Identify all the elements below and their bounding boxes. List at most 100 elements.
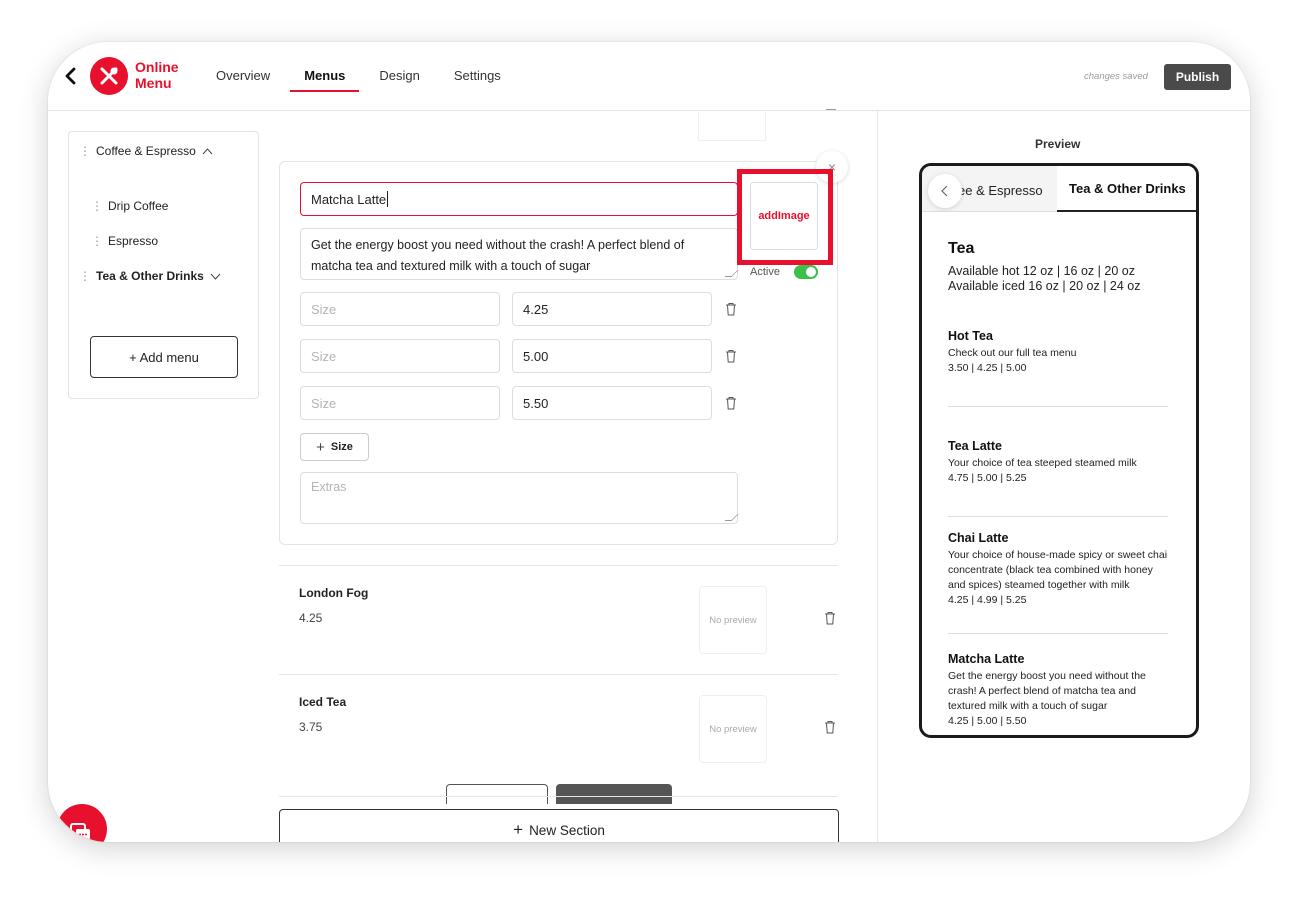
- tab-overview[interactable]: Overview: [216, 42, 270, 111]
- preview-item: Hot Tea Check out our full tea menu 3.50…: [948, 329, 1170, 376]
- logo-text: Online Menu: [135, 59, 179, 91]
- sidebar-item-label: Espresso: [108, 234, 159, 248]
- preview-tab-bar: ee & Espresso Tea & Other Drinks: [922, 166, 1196, 212]
- add-image-button[interactable]: addImage: [750, 182, 818, 250]
- divider: [948, 516, 1168, 517]
- back-arrow-icon[interactable]: [64, 66, 78, 86]
- logo-text-line1: Online: [135, 59, 179, 75]
- add-size-button[interactable]: + Size: [300, 433, 369, 461]
- sidebar-item-espresso[interactable]: ⋮ Espresso: [91, 234, 158, 248]
- trash-icon[interactable]: [824, 611, 836, 625]
- chevron-up-icon[interactable]: [202, 147, 213, 155]
- new-section-button[interactable]: + New Section: [279, 809, 839, 842]
- size-name-input[interactable]: Size: [300, 339, 500, 373]
- preview-item: Tea Latte Your choice of tea steeped ste…: [948, 439, 1170, 486]
- preview-item-name: Tea Latte: [948, 439, 1002, 453]
- phone-preview: ee & Espresso Tea & Other Drinks Tea Ava…: [919, 163, 1199, 738]
- item-price: 3.75: [299, 720, 323, 734]
- trash-icon[interactable]: [725, 396, 737, 410]
- preview-item: Matcha Latte Get the energy boost you ne…: [948, 652, 1170, 729]
- preview-tab-tea[interactable]: Tea & Other Drinks: [1057, 166, 1196, 212]
- size-name-input[interactable]: Size: [300, 292, 500, 326]
- app-window: Online Menu Overview Menus Design Settin…: [48, 42, 1250, 842]
- preview-item-description: Your choice of tea steeped steamed milk …: [948, 456, 1170, 486]
- sidebar-item-label: Coffee & Espresso: [96, 144, 196, 158]
- trash-icon[interactable]: [824, 720, 836, 734]
- extras-input[interactable]: Extras: [300, 472, 739, 524]
- tab-settings[interactable]: Settings: [454, 42, 501, 111]
- extras-placeholder: Extras: [311, 480, 347, 494]
- preview-item-prices: 3.50 | 4.25 | 5.00: [948, 362, 1027, 374]
- sidebar-item-tea-other-drinks[interactable]: ⋮ Tea & Other Drinks: [79, 269, 221, 283]
- preview-section-title: Tea: [948, 240, 975, 257]
- preview-item-description: Get the energy boost you need without th…: [948, 669, 1170, 729]
- trash-icon[interactable]: [725, 302, 737, 316]
- tab-menus[interactable]: Menus: [290, 42, 360, 111]
- publish-button[interactable]: Publish: [1164, 64, 1231, 90]
- preview-item-prices: 4.75 | 5.00 | 5.25: [948, 472, 1027, 484]
- list-item[interactable]: London Fog 4.25 No preview: [279, 565, 838, 674]
- preview-section-subtitle: Available hot 12 oz | 16 oz | 20 oz Avai…: [948, 264, 1170, 294]
- secondary-button-partial[interactable]: [446, 784, 548, 804]
- drag-handle-icon[interactable]: ⋮: [91, 234, 103, 248]
- preview-item-name: Hot Tea: [948, 329, 993, 343]
- resize-handle-icon[interactable]: [724, 270, 739, 277]
- divider: [877, 111, 878, 842]
- size-price-input[interactable]: 5.00: [512, 339, 712, 373]
- trash-icon[interactable]: [725, 349, 737, 363]
- tab-design[interactable]: Design: [379, 42, 419, 111]
- chat-icon[interactable]: [57, 804, 107, 842]
- item-name: London Fog: [299, 586, 369, 600]
- item-description-input[interactable]: Get the energy boost you need without th…: [300, 228, 739, 280]
- primary-button-partial[interactable]: [556, 784, 672, 804]
- preview-item-desc-text: Your choice of house-made spicy or sweet…: [948, 549, 1168, 591]
- new-section-label: New Section: [529, 822, 605, 838]
- divider: [279, 796, 838, 797]
- item-description-value: Get the energy boost you need without th…: [311, 238, 685, 273]
- sidebar-item-coffee-espresso[interactable]: ⋮ Coffee & Espresso: [79, 144, 213, 158]
- sidebar-item-drip-coffee[interactable]: ⋮ Drip Coffee: [91, 199, 168, 213]
- preview-section-sub-line: Available iced 16 oz | 20 oz | 24 oz: [948, 279, 1141, 293]
- plus-icon: +: [513, 820, 524, 839]
- chevron-left-icon[interactable]: [928, 174, 962, 208]
- preview-section-sub-line: Available hot 12 oz | 16 oz | 20 oz: [948, 264, 1135, 278]
- drag-handle-icon[interactable]: ⋮: [91, 199, 103, 213]
- item-thumbnail[interactable]: No preview: [699, 695, 767, 763]
- menu-sidebar: ⋮ Coffee & Espresso ⋮ Drip Coffee ⋮ Espr…: [68, 131, 259, 399]
- preview-item-desc-text: Get the energy boost you need without th…: [948, 670, 1146, 712]
- size-name-input[interactable]: Size: [300, 386, 500, 420]
- previous-item-trash-icon[interactable]: [826, 100, 836, 110]
- preview-tab-coffee[interactable]: ee & Espresso: [958, 183, 1043, 198]
- chevron-down-icon[interactable]: [210, 273, 221, 280]
- list-item[interactable]: Iced Tea 3.75 No preview: [279, 674, 838, 783]
- preview-item-prices: 4.25 | 4.99 | 5.25: [948, 594, 1027, 606]
- size-price-input[interactable]: 4.25: [512, 292, 712, 326]
- plus-icon: +: [316, 438, 325, 456]
- size-price-input[interactable]: 5.50: [512, 386, 712, 420]
- item-price: 4.25: [299, 611, 323, 625]
- item-thumbnail[interactable]: No preview: [699, 586, 767, 654]
- preview-item-name: Chai Latte: [948, 531, 1009, 545]
- main-nav: Overview Menus Design Settings: [216, 42, 535, 111]
- item-name-input[interactable]: Matcha Latte: [300, 182, 738, 216]
- save-status: changes saved: [1084, 71, 1148, 82]
- top-header: Online Menu Overview Menus Design Settin…: [48, 42, 1250, 111]
- preview-item: Chai Latte Your choice of house-made spi…: [948, 531, 1170, 608]
- text-cursor: [387, 191, 389, 207]
- add-size-label: Size: [330, 441, 353, 453]
- previous-item-thumbnail: [698, 111, 766, 141]
- logo-icon: [90, 57, 128, 95]
- add-menu-button[interactable]: + Add menu: [90, 336, 238, 378]
- divider: [948, 633, 1168, 634]
- active-toggle[interactable]: [794, 265, 818, 279]
- preview-item-desc-text: Check out our full tea menu: [948, 347, 1077, 359]
- preview-item-desc-text: Your choice of tea steeped steamed milk: [948, 457, 1137, 469]
- resize-handle-icon[interactable]: [724, 514, 739, 521]
- drag-handle-icon[interactable]: ⋮: [79, 144, 91, 158]
- logo-text-line2: Menu: [135, 75, 172, 91]
- drag-handle-icon[interactable]: ⋮: [79, 269, 91, 283]
- close-editor-icon[interactable]: ×: [816, 151, 848, 183]
- divider: [948, 406, 1168, 407]
- preview-item-description: Check out our full tea menu 3.50 | 4.25 …: [948, 346, 1170, 376]
- preview-item-description: Your choice of house-made spicy or sweet…: [948, 548, 1170, 608]
